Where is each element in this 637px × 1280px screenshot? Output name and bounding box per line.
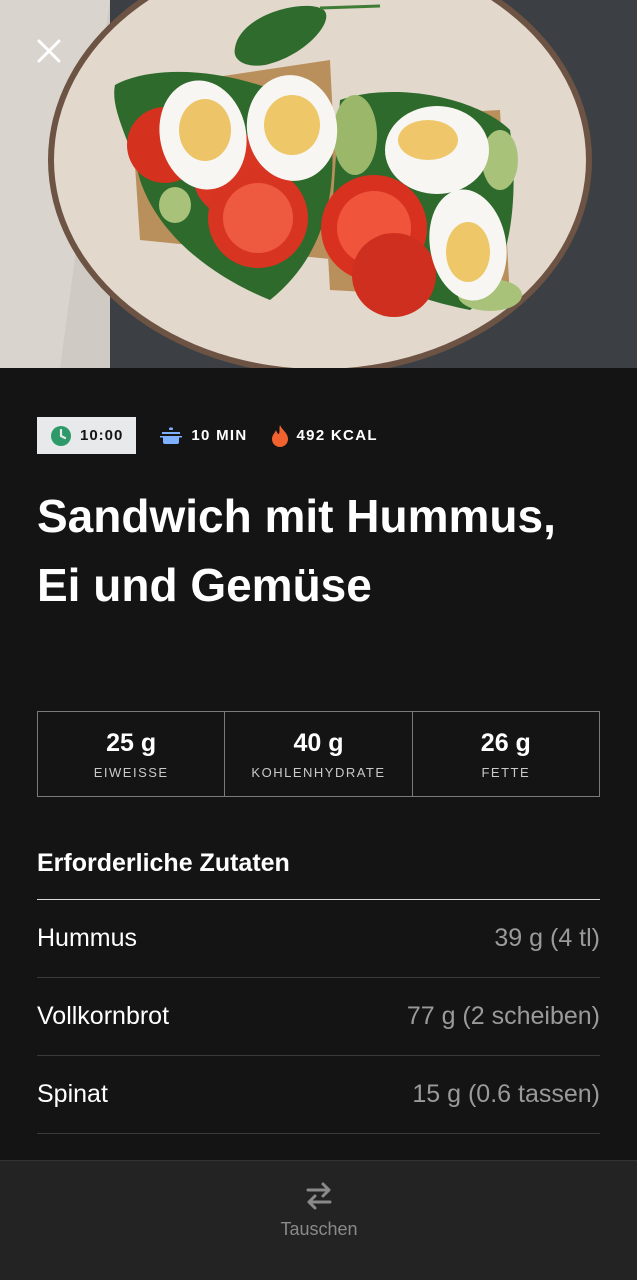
macro-value: 40 g (293, 728, 344, 757)
calories-info: 492 KCAL (271, 424, 378, 447)
macro-carbs: 40 g KOHLENHYDRATE (224, 712, 411, 796)
swap-button[interactable]: Tauschen (258, 1181, 380, 1251)
time-value: 10:00 (80, 427, 124, 444)
ingredient-row[interactable]: Hummus 39 g (4 tl) (37, 900, 600, 978)
close-button[interactable] (34, 36, 64, 66)
macro-label: KOHLENHYDRATE (251, 764, 386, 780)
calories-value: 492 KCAL (296, 427, 378, 444)
ingredient-name: Hummus (37, 924, 138, 952)
ingredients-list: Hummus 39 g (4 tl) Vollkornbrot 77 g (2 … (37, 900, 600, 1134)
macro-label: FETTE (481, 764, 531, 780)
bottom-action-bar: Tauschen (0, 1160, 637, 1280)
recipe-photo (0, 0, 637, 368)
ingredients-heading: Erforderliche Zutaten (37, 849, 290, 877)
clock-icon (51, 425, 71, 446)
swap-label: Tauschen (280, 1219, 358, 1239)
sandwich-photo-illustration (0, 0, 637, 368)
duration-info: 10 MIN (160, 427, 247, 445)
ingredient-amount: 15 g (0.6 tassen) (412, 1080, 600, 1108)
ingredient-name: Vollkornbrot (37, 1002, 170, 1030)
ingredient-amount: 77 g (2 scheiben) (406, 1002, 600, 1030)
ingredient-row[interactable]: Spinat 15 g (0.6 tassen) (37, 1056, 600, 1134)
macro-value: 25 g (106, 728, 157, 757)
macro-protein: 25 g EIWEISSE (38, 712, 224, 796)
recipe-meta-row: 10:00 10 MIN 492 KCAL (37, 417, 378, 454)
recipe-title: Sandwich mit Hummus, Ei und Gemüse (37, 490, 556, 611)
swap-arrows-icon (306, 1182, 332, 1210)
ingredient-name: Spinat (37, 1080, 108, 1108)
ingredient-amount: 39 g (4 tl) (494, 924, 600, 952)
duration-value: 10 MIN (191, 427, 248, 444)
time-chip[interactable]: 10:00 (37, 417, 137, 454)
macro-fat: 26 g FETTE (411, 712, 599, 796)
macro-label: EIWEISSE (93, 764, 169, 780)
flame-icon (271, 424, 288, 447)
ingredient-row[interactable]: Vollkornbrot 77 g (2 scheiben) (37, 978, 600, 1056)
macro-value: 26 g (480, 728, 531, 757)
macro-summary: 25 g EIWEISSE 40 g KOHLENHYDRATE 26 g FE… (37, 711, 600, 797)
close-icon (37, 39, 61, 63)
cooking-pot-icon (160, 427, 183, 444)
